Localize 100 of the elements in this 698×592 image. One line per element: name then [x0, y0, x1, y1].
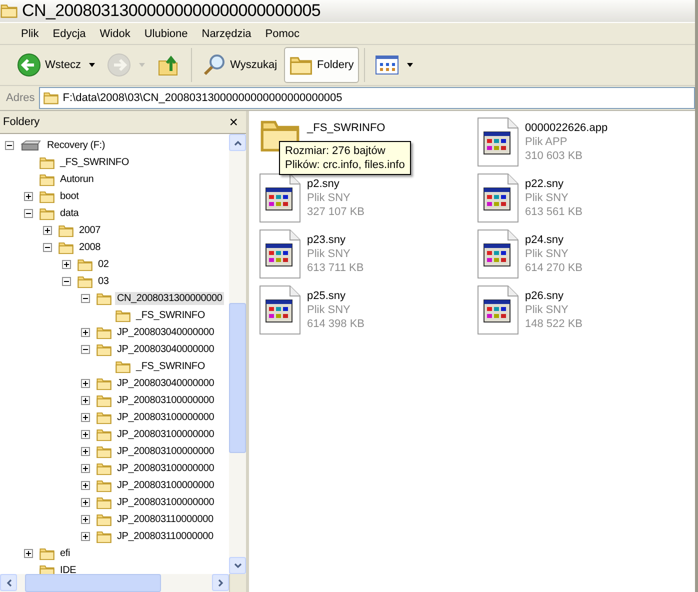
file-size: 614 270 KB — [525, 261, 582, 275]
expand-toggle[interactable] — [81, 413, 90, 422]
menu-item[interactable]: Pomoc — [258, 28, 307, 40]
menu-item[interactable]: Ulubione — [137, 28, 195, 40]
file-name[interactable]: p2.sny — [307, 177, 364, 191]
file-type: Plik SNY — [525, 303, 570, 317]
expand-toggle[interactable] — [81, 515, 90, 524]
tree-item[interactable]: JP_200803110000000 — [115, 513, 216, 526]
tree-item[interactable]: _FS_SWRINFO — [134, 309, 207, 322]
expand-toggle[interactable] — [24, 549, 33, 558]
menu-item[interactable]: Edycja — [46, 28, 93, 40]
folder-icon — [0, 3, 18, 19]
folder-icon — [96, 326, 112, 340]
folder-icon — [96, 462, 112, 476]
file-type: Plik SNY — [525, 247, 570, 261]
tree-item[interactable]: 2007 — [77, 224, 102, 237]
tree-item[interactable]: _FS_SWRINFO — [134, 360, 207, 373]
folder-icon — [96, 478, 112, 492]
folder-icon — [96, 444, 112, 458]
address-field[interactable]: F:\data\2008\03\CN_20080313000000000000000000005 — [38, 87, 695, 109]
folder-icon — [96, 394, 112, 408]
expand-toggle[interactable] — [24, 192, 33, 201]
collapse-toggle[interactable] — [24, 209, 33, 218]
file-size: 327 107 KB — [307, 205, 364, 219]
file-name[interactable]: 0000022626.app — [525, 121, 608, 135]
tree-item[interactable]: JP_200803100000000 — [115, 479, 216, 492]
folder-icon — [96, 530, 112, 544]
folder-icon — [96, 376, 112, 390]
vertical-scrollbar[interactable] — [229, 134, 246, 574]
caret-icon — [406, 63, 413, 67]
tree-item[interactable]: JP_200803040000000 — [115, 377, 216, 390]
expand-toggle[interactable] — [81, 481, 90, 490]
folder-icon — [42, 91, 59, 105]
tree-item[interactable]: 02 — [96, 258, 111, 271]
tree-item[interactable]: IDE — [58, 564, 78, 574]
tree-item[interactable]: JP_200803100000000 — [115, 445, 216, 458]
tree-item[interactable]: data — [58, 207, 81, 220]
horizontal-scrollbar[interactable] — [0, 574, 229, 592]
tree-item[interactable]: boot — [58, 190, 81, 203]
application-file-icon — [477, 285, 519, 335]
folder-icon — [58, 240, 74, 254]
folder-icon — [115, 360, 131, 374]
file-name[interactable]: p26.sny — [525, 289, 582, 303]
close-button[interactable]: × — [225, 114, 242, 130]
folder-icon — [39, 190, 55, 204]
expand-toggle[interactable] — [81, 498, 90, 507]
menu-item[interactable]: Widok — [92, 28, 138, 40]
expand-toggle[interactable] — [81, 464, 90, 473]
caret-icon — [139, 63, 146, 67]
search-icon — [202, 53, 226, 77]
expand-toggle[interactable] — [62, 260, 71, 269]
tree-item[interactable]: JP_200803040000000 — [115, 343, 216, 356]
expand-toggle[interactable] — [81, 447, 90, 456]
window-title: CN_20080313000000000000000000005 — [22, 1, 321, 21]
file-name[interactable]: _FS_SWRINFO — [307, 121, 386, 135]
folder-icon — [58, 224, 74, 238]
menu-item[interactable]: Narzędzia — [194, 28, 258, 40]
collapse-toggle[interactable] — [5, 141, 14, 150]
collapse-toggle[interactable] — [81, 294, 90, 303]
file-name[interactable]: p25.sny — [307, 289, 364, 303]
folders-icon — [289, 54, 314, 76]
menu-item[interactable]: Plik — [14, 28, 46, 40]
collapse-toggle[interactable] — [43, 243, 52, 252]
tree-item[interactable]: Autorun — [58, 173, 96, 186]
expand-toggle[interactable] — [81, 532, 90, 541]
tree-item[interactable]: 03 — [96, 275, 111, 288]
tree-item[interactable]: JP_200803100000000 — [115, 496, 216, 509]
file-size: 614 398 KB — [307, 317, 364, 331]
folders-button[interactable]: Foldery — [284, 47, 359, 83]
folder-icon — [96, 342, 112, 356]
tree-item[interactable]: 2008 — [77, 241, 102, 254]
folder-icon — [96, 428, 112, 442]
folder-icon — [39, 156, 55, 170]
caret-icon — [89, 63, 96, 67]
tree-item[interactable]: JP_200803110000000 — [115, 530, 216, 543]
tree-item[interactable]: JP_200803100000000 — [115, 462, 216, 475]
expand-toggle[interactable] — [81, 396, 90, 405]
tree-item[interactable]: efi — [58, 547, 72, 560]
folder-icon — [96, 512, 112, 526]
file-name[interactable]: p24.sny — [525, 233, 582, 247]
expand-toggle[interactable] — [43, 226, 52, 235]
tree-item[interactable]: JP_200803100000000 — [115, 428, 216, 441]
expand-toggle[interactable] — [81, 328, 90, 337]
application-file-icon — [259, 285, 301, 335]
tree-item[interactable]: JP_200803040000000 — [115, 326, 216, 339]
expand-toggle[interactable] — [81, 430, 90, 439]
expand-toggle[interactable] — [81, 379, 90, 388]
tree-item[interactable]: CN_2008031300000000 — [115, 292, 224, 305]
folder-icon — [115, 308, 131, 322]
tree-item[interactable]: Recovery (F:) — [45, 139, 107, 152]
collapse-toggle[interactable] — [81, 345, 90, 354]
tree-item[interactable]: JP_200803100000000 — [115, 394, 216, 407]
collapse-toggle[interactable] — [62, 277, 71, 286]
folder-icon — [96, 292, 112, 306]
tree-item[interactable]: JP_200803100000000 — [115, 411, 216, 424]
search-button[interactable]: Wyszukaj — [197, 47, 282, 83]
file-name[interactable]: p22.sny — [525, 177, 582, 191]
back-button[interactable]: Wstecz — [12, 47, 100, 83]
tree-item[interactable]: _FS_SWRINFO — [58, 156, 131, 169]
file-name[interactable]: p23.sny — [307, 233, 364, 247]
